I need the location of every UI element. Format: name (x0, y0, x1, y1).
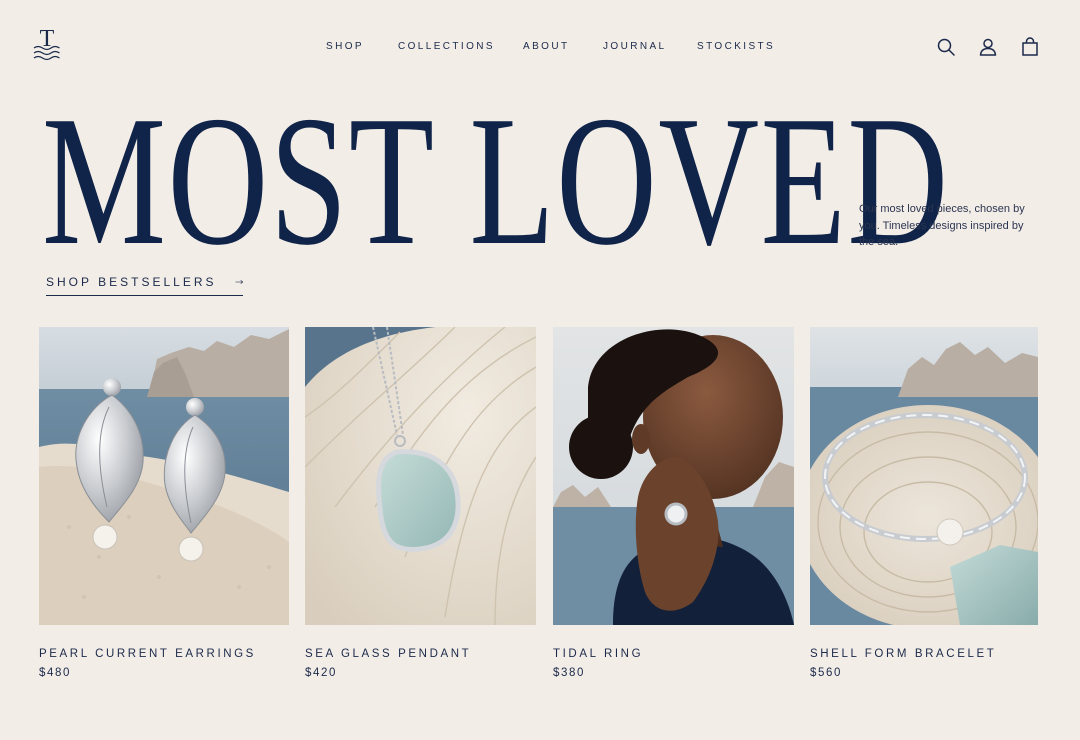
product-image-ring[interactable] (553, 327, 794, 625)
product-name[interactable]: PEARL CURRENT EARRINGS (39, 648, 289, 660)
product-price: $560 (810, 667, 842, 679)
arrow-right-icon (234, 280, 243, 284)
product-name[interactable]: SEA GLASS PENDANT (305, 648, 536, 660)
product-image-bracelet[interactable] (810, 327, 1038, 625)
product-card[interactable]: PEARL CURRENT EARRINGS $480 (39, 327, 289, 679)
product-price: $480 (39, 667, 71, 679)
product-price: $380 (553, 667, 585, 679)
product-card[interactable]: SHELL FORM BRACELET $560 (810, 327, 1038, 679)
main-nav: SHOP COLLECTIONS ABOUT JOURNAL STOCKISTS (0, 41, 1080, 53)
product-card[interactable]: TIDAL RING $380 (553, 327, 794, 679)
nav-stockists[interactable]: STOCKISTS (697, 41, 775, 52)
search-icon[interactable] (935, 36, 957, 58)
product-price: $420 (305, 667, 337, 679)
nav-shop[interactable]: SHOP (326, 41, 364, 52)
nav-about[interactable]: ABOUT (523, 41, 569, 52)
nav-journal[interactable]: JOURNAL (603, 41, 666, 52)
product-name[interactable]: TIDAL RING (553, 648, 794, 660)
shop-bestsellers-link[interactable]: SHOP BESTSELLERS (46, 275, 243, 296)
product-name[interactable]: SHELL FORM BRACELET (810, 648, 1038, 660)
product-image-pendant[interactable] (305, 327, 536, 625)
page-title: MOST LOVED (42, 78, 950, 284)
account-icon[interactable] (977, 36, 999, 58)
product-card[interactable]: SEA GLASS PENDANT $420 (305, 327, 536, 679)
bag-icon[interactable] (1019, 36, 1041, 58)
product-image-earrings[interactable] (39, 327, 289, 625)
hero-description: Our most loved pieces, chosen by you. Ti… (859, 203, 1025, 248)
nav-collections[interactable]: COLLECTIONS (398, 41, 495, 52)
cta-label: SHOP BESTSELLERS (46, 275, 217, 289)
